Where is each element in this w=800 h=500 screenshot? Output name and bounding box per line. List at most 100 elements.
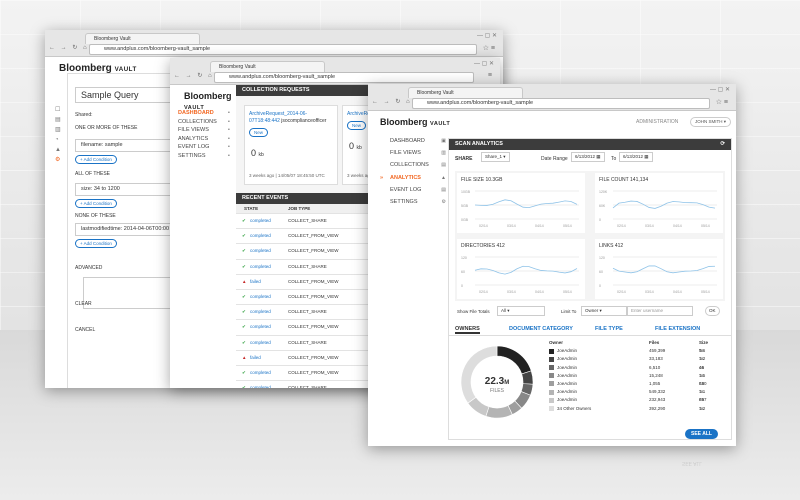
nav-icon: ▪ — [228, 118, 230, 125]
table-row[interactable]: 34 Other Owners 392,290 1.2 TB — [549, 405, 721, 413]
event-state[interactable]: completed — [250, 260, 271, 274]
request-card[interactable]: ArchiveRequest_2014-06-07T18:48:442 jsoc… — [244, 105, 338, 185]
sidebar-item-collections[interactable]: COLLECTIONS ▤ — [390, 159, 446, 171]
tab-file-type[interactable]: FILE TYPE — [595, 326, 623, 332]
event-job-type: COLLECT_FROM_VIEW — [288, 324, 339, 330]
dashboard-icon[interactable]: ☐ — [55, 105, 61, 115]
checkmark-icon: ✔ — [242, 339, 246, 345]
y-tick-label: 0 — [461, 284, 463, 288]
metric-sparkline: 120 60 0 02/14 03/14 04/14 05/14 — [599, 256, 717, 294]
sidebar-item-event-log[interactable]: EVENT LOG ▤ — [390, 184, 446, 196]
share-label: SHARE — [455, 156, 473, 162]
date-from-input[interactable]: 6/13/2012 ▦ — [571, 152, 605, 162]
menu-icon[interactable]: ≡ — [488, 72, 492, 79]
sidebar-item-analytics[interactable]: ANALYTICS ▪ — [178, 135, 230, 144]
add-condition-button-1[interactable]: + Add Condition — [75, 155, 117, 164]
owner-files: 459,399 — [649, 348, 666, 354]
cancel-link[interactable]: CANCEL — [75, 327, 95, 333]
checkmark-icon: ✔ — [242, 248, 246, 254]
menu-icon[interactable]: ☆ ≡ — [483, 44, 495, 52]
file-views-icon[interactable]: ▥ — [55, 125, 61, 135]
window-controls-icon[interactable]: — ▢ ✕ — [477, 32, 497, 39]
donut-slice — [496, 345, 532, 375]
refresh-icon[interactable]: ⟳ — [720, 139, 725, 150]
sidebar-item-file-views[interactable]: FILE VIEWS ▪ — [178, 126, 230, 135]
x-tick-label: 03/14 — [507, 290, 516, 294]
table-row[interactable]: JoeAdmin 15,248 1.5 TB — [549, 372, 721, 380]
request-title[interactable]: ArchiveRequest_2014-06-07T18:48:442 jsoc… — [245, 106, 337, 125]
limit-to-select[interactable]: Owner ▾ — [581, 306, 627, 316]
address-bar[interactable]: www.andplus.com/bloomberg-vault_sample — [412, 98, 710, 109]
table-row[interactable]: JoeAdmin 6,510 46 GB — [549, 364, 721, 372]
browser-tab[interactable]: Bloomberg Vault — [85, 33, 200, 44]
chevron-down-icon: ▾ — [723, 119, 727, 124]
sidebar-item-file-views[interactable]: FILE VIEWS ▥ — [390, 147, 446, 159]
collections-icon[interactable]: ▤ — [55, 115, 61, 125]
address-bar[interactable]: www.andplus.com/bloomberg-vault_sample — [214, 72, 474, 83]
table-row[interactable]: JoeAdmin 459,399 5.6 TB — [549, 347, 721, 355]
event-job-type: COLLECT_SHARE — [288, 339, 327, 345]
tab-file-extension[interactable]: FILE EXTENSION — [655, 326, 700, 332]
side-icon-strip: ☐ ▤ ▥ ◔ ▲ ⚙ — [55, 105, 61, 165]
sidebar-item-dashboard[interactable]: DASHBOARD ▪ — [178, 109, 230, 118]
sidebar-item-event-log[interactable]: EVENT LOG ▪ — [178, 143, 230, 152]
to-label: To — [611, 156, 617, 162]
event-state[interactable]: completed — [250, 229, 271, 243]
add-condition-button-2[interactable]: + Add Condition — [75, 199, 117, 208]
tab-document-category[interactable]: DOCUMENT CATEGORY — [509, 326, 573, 332]
add-condition-button-3[interactable]: + Add Condition — [75, 239, 117, 248]
scan-analytics-header: SCAN ANALYTICS ⟳ — [449, 139, 731, 150]
nav-arrows-icon[interactable]: ← → ↻ ⌂ — [49, 44, 89, 51]
sidebar-item-collections[interactable]: COLLECTIONS ▪ — [178, 118, 230, 127]
event-state[interactable]: completed — [250, 366, 271, 380]
event-state[interactable]: completed — [250, 305, 271, 319]
event-state[interactable]: failed — [250, 351, 261, 365]
sidebar-item-dashboard[interactable]: DASHBOARD ▣ — [390, 135, 446, 147]
event-state[interactable]: completed — [250, 381, 271, 388]
see-all-button[interactable]: SEE ALL — [685, 429, 718, 439]
y-tick-label: 120K — [599, 190, 608, 194]
nav-arrows-icon[interactable]: ← → ↻ ⌂ — [174, 72, 214, 79]
calendar-icon: ▦ — [596, 154, 601, 159]
window-controls-icon[interactable]: — ▢ ✕ — [710, 86, 730, 93]
sidebar-item-settings[interactable]: SETTINGS ▪ — [178, 152, 230, 161]
share-select[interactable]: Share_1 ▾ — [481, 152, 510, 162]
event-job-type: COLLECT_FROM_VIEW — [288, 278, 339, 284]
new-badge[interactable]: New — [245, 125, 337, 140]
event-state[interactable]: completed — [250, 244, 271, 258]
ok-button[interactable]: OK — [705, 306, 720, 316]
address-bar[interactable]: www.andplus.com/bloomberg-vault_sample — [89, 44, 477, 55]
size-column-header: Size — [699, 340, 709, 345]
table-row[interactable]: JoeAdmin 549,332 1.1 TB — [549, 388, 721, 396]
clear-link[interactable]: CLEAR — [75, 301, 92, 307]
event-state[interactable]: completed — [250, 290, 271, 304]
menu-icon[interactable]: ☆ ≡ — [716, 98, 728, 106]
show-file-totals-select[interactable]: All ▾ — [497, 306, 545, 316]
event-state[interactable]: completed — [250, 214, 271, 228]
settings-icon[interactable]: ⚙ — [55, 155, 61, 165]
table-row[interactable]: JoeAdmin 232,943 897 GB — [549, 396, 721, 404]
metric-label: DIRECTORIES 412 — [461, 243, 505, 249]
browser-tab[interactable]: Bloomberg Vault — [408, 87, 523, 98]
warning-icon: ▲ — [242, 354, 247, 360]
analytics-icon[interactable]: ◔ — [55, 135, 61, 145]
sidebar-item-analytics[interactable]: » ANALYTICS ▲ — [380, 172, 446, 184]
user-menu[interactable]: JOHN SMITH ▾ — [690, 117, 732, 127]
tab-owners[interactable]: OWNERS — [455, 326, 480, 334]
event-state[interactable]: failed — [250, 275, 261, 289]
username-input[interactable]: Enter username — [627, 306, 693, 316]
table-row[interactable]: JoeAdmin 1,055 530 GB — [549, 380, 721, 388]
nav-arrows-icon[interactable]: ← → ↻ ⌂ — [372, 98, 412, 105]
active-chevron-icon: » — [380, 174, 384, 181]
table-row[interactable]: JoeAdmin 33,183 1.2 TB — [549, 355, 721, 363]
event-state[interactable]: completed — [250, 320, 271, 334]
window-controls-icon[interactable]: — ▢ ✕ — [474, 60, 494, 67]
nav-icon: ▪ — [228, 110, 230, 116]
administration-link[interactable]: ADMINISTRATION — [636, 119, 678, 125]
sidebar-item-settings[interactable]: SETTINGS ⚙ — [390, 196, 446, 208]
event-state[interactable]: completed — [250, 336, 271, 350]
date-to-input[interactable]: 6/13/2012 ▦ — [619, 152, 653, 162]
event-log-icon[interactable]: ▲ — [55, 145, 61, 155]
browser-tab[interactable]: Bloomberg Vault — [210, 61, 325, 72]
totals-bar: Show File Totals All ▾ Limit To Owner ▾ … — [455, 306, 725, 318]
